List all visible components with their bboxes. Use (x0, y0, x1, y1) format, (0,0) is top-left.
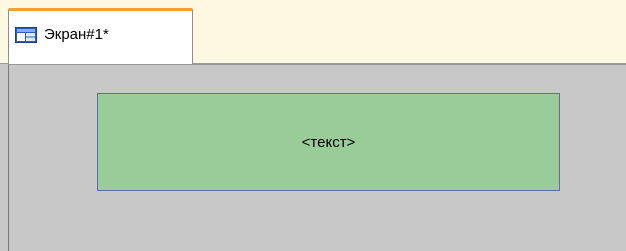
screen-icon (15, 27, 37, 43)
text-element[interactable]: <текст> (97, 93, 560, 191)
tab-screen-1[interactable]: Экран#1* (8, 8, 193, 64)
text-element-label: <текст> (301, 133, 356, 151)
tab-strip: Экран#1* (0, 0, 626, 64)
tab-label: Экран#1* (44, 26, 109, 43)
screen-editor-window: Экран#1* <текст> (0, 0, 626, 251)
